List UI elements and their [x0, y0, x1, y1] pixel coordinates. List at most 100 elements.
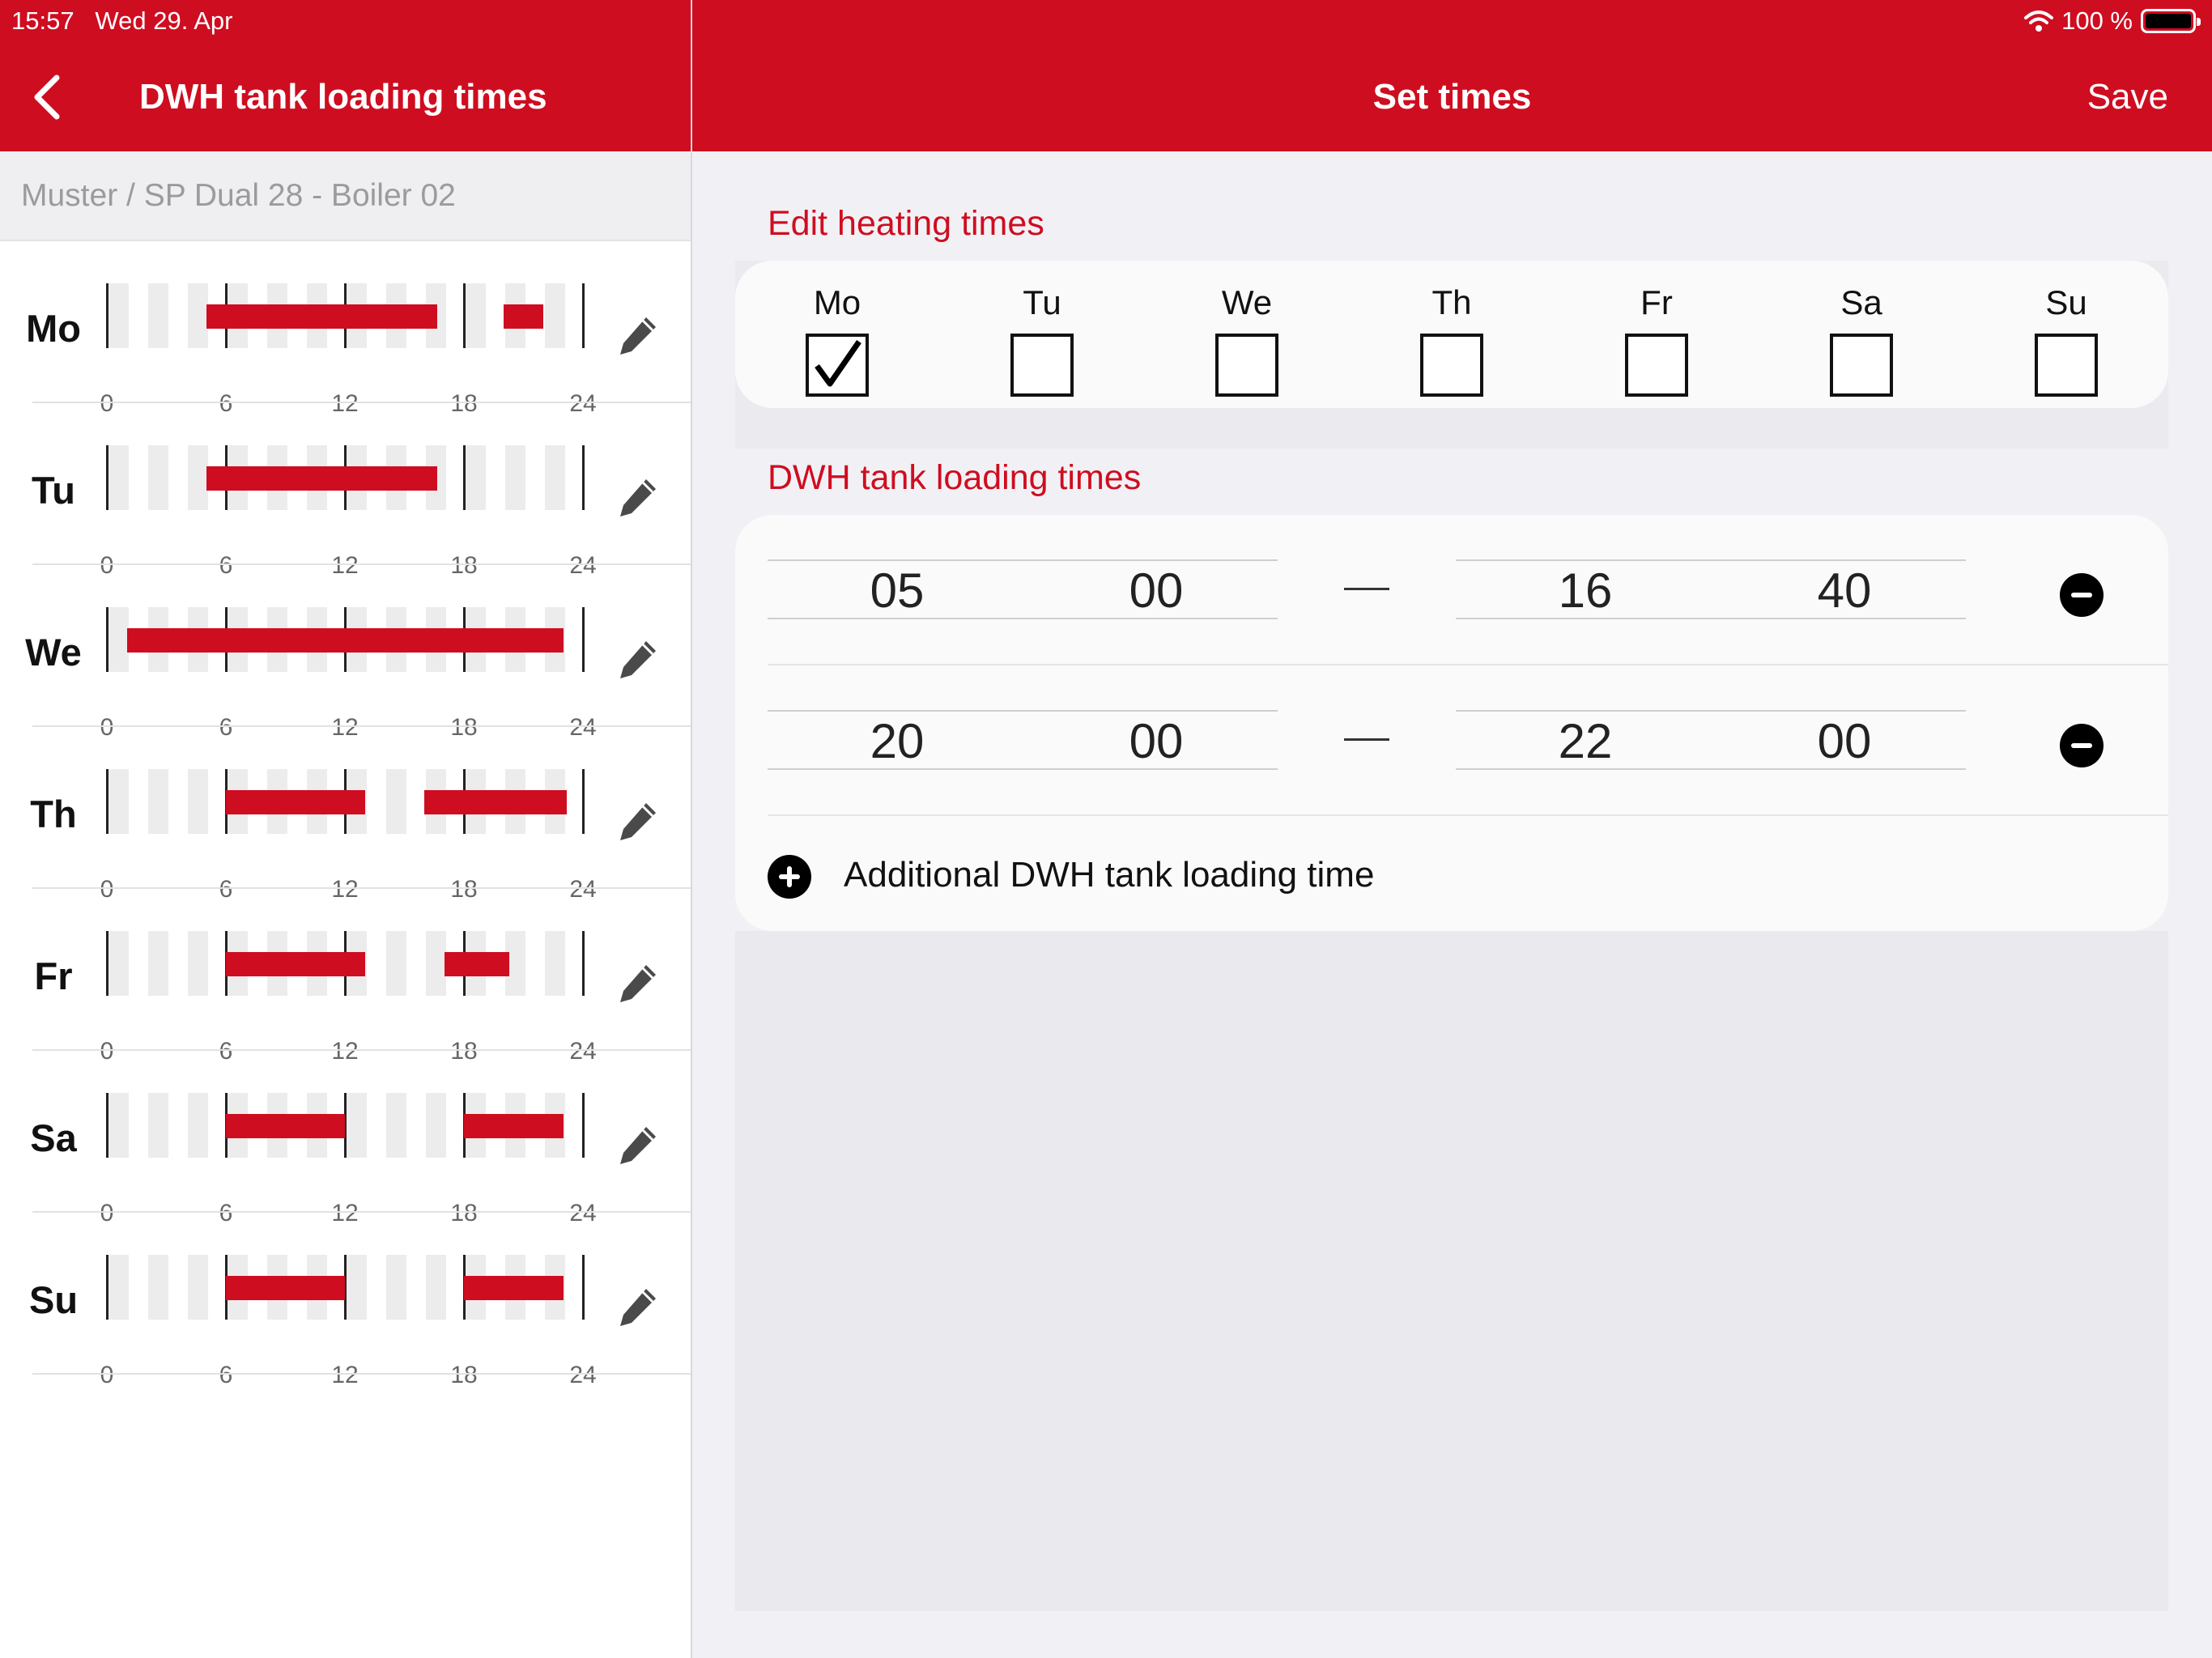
weekday-option-sa: Sa	[1813, 261, 1910, 397]
checkmark-icon	[815, 340, 861, 387]
remove-time-minus-icon[interactable]	[2060, 724, 2104, 767]
edit-pencil-icon[interactable]	[614, 1122, 661, 1169]
day-timeline: 0 6 12 18 24	[100, 607, 597, 741]
loading-time-row: 20 00 22 00	[735, 665, 2168, 816]
timeline-stripe	[108, 931, 129, 996]
day-row-we: We 0 6 12 18 24	[0, 565, 691, 741]
timeline-stripe	[426, 1255, 446, 1320]
loading-period-bar	[226, 1276, 345, 1300]
timeline-stripe	[108, 283, 129, 348]
timeline-stripe	[545, 445, 565, 510]
status-time: 15:57 Wed 29. Apr	[11, 6, 233, 35]
timeline-tick	[106, 1093, 108, 1158]
edit-pencil-icon[interactable]	[614, 798, 661, 845]
weekday-checkbox[interactable]	[2035, 334, 2098, 397]
row-separator	[32, 1373, 691, 1375]
timeline-stripe	[386, 769, 406, 834]
battery-icon	[2141, 9, 2201, 33]
day-timeline: 0 6 12 18 24	[100, 283, 597, 417]
timeline-stripe	[148, 445, 168, 510]
wifi-icon	[2024, 11, 2054, 32]
minute-picker[interactable]: 00	[1075, 561, 1237, 621]
timeline-tick	[463, 445, 466, 510]
timeline-stripe	[545, 283, 565, 348]
timeline-stripe	[386, 931, 406, 996]
weekday-checkbox[interactable]	[1830, 334, 1893, 397]
minute-picker[interactable]: 00	[1763, 712, 1925, 772]
minute-picker[interactable]: 00	[1075, 712, 1237, 772]
set-times-title: Set times	[1372, 77, 1532, 117]
edit-pencil-icon[interactable]	[614, 1284, 661, 1331]
weekday-checkbox[interactable]	[1010, 334, 1074, 397]
time-range-dash	[1344, 588, 1389, 590]
timeline-tick	[463, 283, 466, 348]
weekday-option-tu: Tu	[993, 261, 1091, 397]
weekday-label: Tu	[1023, 283, 1061, 321]
add-loading-time-button[interactable]: Additional DWH tank loading time	[735, 816, 2168, 937]
loading-period-bar	[126, 628, 564, 653]
weekday-checkbox[interactable]	[1625, 334, 1688, 397]
remove-time-minus-icon[interactable]	[2060, 573, 2104, 617]
weekday-checkbox[interactable]	[1420, 334, 1483, 397]
timeline-stripe	[466, 445, 486, 510]
right-navigation-bar: 100 % Set times Save	[692, 0, 2212, 151]
weekday-option-th: Th	[1403, 261, 1500, 397]
weekday-option-we: We	[1198, 261, 1295, 397]
tick-label: 0	[100, 1362, 114, 1388]
day-row-su: Su 0 6 12 18 24	[0, 1213, 691, 1388]
schedule-overview-panel: Muster / SP Dual 28 - Boiler 02 Mo 0 6 12 18…	[0, 151, 691, 1658]
minute-picker[interactable]: 40	[1763, 561, 1925, 621]
timeline-tick	[106, 769, 108, 834]
weekday-label: Sa	[1840, 283, 1882, 321]
timeline-stripe	[386, 1255, 406, 1320]
loading-period-bar	[504, 304, 543, 329]
hour-picker[interactable]: 16	[1504, 561, 1666, 621]
timeline-stripe	[148, 931, 168, 996]
timeline-stripe	[188, 1093, 208, 1158]
day-label: Tu	[32, 469, 75, 512]
day-timeline: 0 6 12 18 24	[100, 769, 597, 903]
weekday-label: Su	[2045, 283, 2087, 321]
timeline-stripe	[108, 445, 129, 510]
timeline-tick	[106, 607, 108, 672]
weekday-label: We	[1221, 283, 1273, 321]
weekday-option-su: Su	[2018, 261, 2115, 397]
weekday-checkbox[interactable]	[1215, 334, 1278, 397]
weekday-label: Fr	[1640, 283, 1673, 321]
save-button[interactable]: Save	[2087, 77, 2168, 117]
time-range-dash	[1344, 738, 1389, 741]
timeline-tick	[582, 445, 585, 510]
weekday-label: Mo	[813, 283, 861, 321]
timeline-stripe	[108, 1255, 129, 1320]
tick-label: 12	[331, 1362, 359, 1388]
day-timeline: 0 6 12 18 24	[100, 445, 597, 579]
hour-picker[interactable]: 20	[816, 712, 978, 772]
timeline-stripe	[505, 445, 525, 510]
end-time-picker: 22 00	[1456, 710, 1966, 770]
loading-period-bar	[226, 1114, 345, 1138]
edit-pencil-icon[interactable]	[614, 636, 661, 683]
status-indicators: 100 %	[2024, 6, 2201, 36]
hour-picker[interactable]: 05	[816, 561, 978, 621]
weekday-selector-card: Mo Tu We Th Fr Sa Su	[735, 261, 2168, 408]
tick-label: 18	[450, 1362, 478, 1388]
day-timeline: 0 6 12 18 24	[100, 1255, 597, 1388]
loading-time-row: 05 00 16 40	[735, 515, 2168, 665]
weekday-checkbox[interactable]	[806, 334, 869, 397]
back-chevron-icon[interactable]	[29, 73, 63, 121]
start-time-picker: 05 00	[768, 559, 1278, 619]
timeline-stripe	[347, 1093, 367, 1158]
day-timeline: 0 6 12 18 24	[100, 931, 597, 1065]
row-separator	[768, 814, 2168, 816]
battery-percent: 100 %	[2061, 6, 2133, 35]
timeline-tick	[582, 931, 585, 996]
empty-content-area	[735, 931, 2168, 1611]
hour-picker[interactable]: 22	[1504, 712, 1666, 772]
timeline-stripe	[386, 1093, 406, 1158]
edit-pencil-icon[interactable]	[614, 960, 661, 1007]
loading-period-bar	[206, 466, 438, 491]
edit-pencil-icon[interactable]	[614, 312, 661, 359]
edit-pencil-icon[interactable]	[614, 474, 661, 521]
timeline-tick	[106, 445, 108, 510]
page-title: DWH tank loading times	[139, 77, 547, 117]
